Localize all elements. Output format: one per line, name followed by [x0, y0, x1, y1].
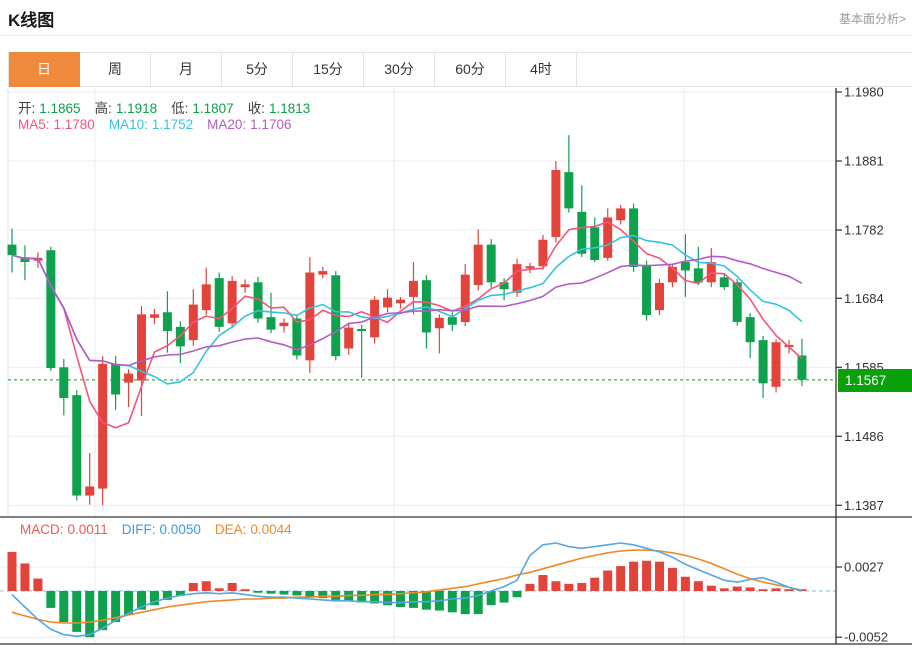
axis-tick-label: 1.1684 — [844, 291, 884, 306]
axis-tick-label: 0.0027 — [844, 560, 884, 575]
macd-legend: MACD: 0.0011 DIFF: 0.0050 DEA:0.0044 — [20, 522, 306, 537]
macd-histogram-layer — [8, 552, 807, 637]
kline-chart-area[interactable]: 1.19801.18811.17821.16841.15851.14861.13… — [0, 0, 912, 649]
legend-value: 0.0011 — [68, 522, 108, 537]
tab-月[interactable]: 月 — [151, 53, 222, 86]
ma-legend: MA5: 1.1780 MA10: 1.1752 MA20: 1.1706 — [18, 117, 305, 132]
legend-label: MACD: — [20, 522, 64, 537]
page-title: K线图 — [8, 6, 54, 31]
candlestick-layer — [8, 135, 807, 505]
legend-value: 1.1807 — [192, 101, 233, 116]
axis-tick-label: 1.1387 — [844, 498, 884, 513]
axis-tick-label: 1.1585 — [844, 360, 884, 375]
ma-lines-layer — [12, 222, 802, 428]
interval-tab-bar: 日周月5分15分30分60分4时 — [8, 52, 912, 87]
tab-30分[interactable]: 30分 — [364, 53, 435, 86]
axis-tick-label: -0.0052 — [844, 630, 888, 645]
ohlc-legend: 开: 1.1865 高: 1.1918 低: 1.1807 收: 1.1813 — [18, 97, 324, 117]
grid-layer — [0, 88, 836, 644]
kline-chart-canvas[interactable]: 1.19801.18811.17821.16841.15851.14861.13… — [0, 0, 912, 649]
legend-value: 1.1706 — [250, 117, 291, 132]
legend-value: 1.1752 — [152, 117, 193, 132]
current-price-badge: 1.1567 — [838, 369, 912, 392]
legend-value: 1.1865 — [39, 101, 80, 116]
legend-label: DIFF: — [122, 522, 156, 537]
legend-label: MA5: — [18, 117, 50, 132]
legend-value: 0.0050 — [160, 522, 201, 537]
legend-label: 高: — [95, 101, 112, 116]
fundamental-analysis-link[interactable]: 基本面分析> — [839, 10, 906, 27]
legend-label: 开: — [18, 101, 35, 116]
legend-label: 低: — [171, 101, 188, 116]
tab-5分[interactable]: 5分 — [222, 53, 293, 86]
axis-tick-label: 1.1782 — [844, 223, 884, 238]
legend-label: MA20: — [207, 117, 246, 132]
legend-label: 收: — [248, 101, 265, 116]
header-divider — [0, 35, 912, 36]
axis-layer — [0, 88, 912, 644]
legend-label: MA10: — [109, 117, 148, 132]
axis-tick-label: 1.1881 — [844, 154, 884, 169]
macd-lines-layer — [12, 543, 802, 636]
tab-15分[interactable]: 15分 — [293, 53, 364, 86]
legend-value: 0.0044 — [250, 522, 291, 537]
tab-60分[interactable]: 60分 — [435, 53, 506, 86]
legend-label: DEA: — [215, 522, 247, 537]
legend-value: 1.1813 — [269, 101, 310, 116]
kline-page: K线图 基本面分析> 日周月5分15分30分60分4时 1.19801.1881… — [0, 0, 912, 649]
axis-tick-label: 1.1486 — [844, 429, 884, 444]
legend-value: 1.1780 — [54, 117, 95, 132]
axis-labels-layer: 1.19801.18811.17821.16841.15851.14861.13… — [836, 85, 888, 645]
tab-日[interactable]: 日 — [9, 52, 80, 87]
legend-value: 1.1918 — [116, 101, 157, 116]
tab-周[interactable]: 周 — [80, 53, 151, 86]
tab-4时[interactable]: 4时 — [506, 53, 577, 86]
